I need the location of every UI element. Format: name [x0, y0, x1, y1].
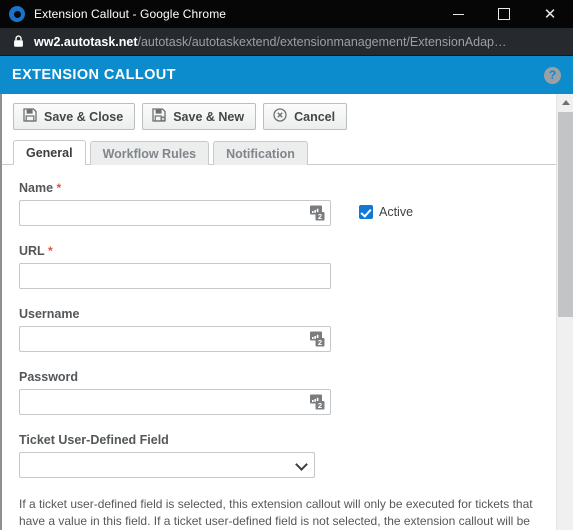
tab-workflow-rules[interactable]: Workflow Rules: [89, 141, 210, 165]
save-and-new-button[interactable]: Save & New: [142, 103, 257, 130]
url-text: ww2.autotask.net/autotask/autotaskextend…: [34, 35, 507, 49]
name-input-wrap: 2: [19, 200, 331, 226]
name-required-marker: *: [56, 181, 62, 195]
password-input[interactable]: [19, 389, 331, 415]
url-label: URL *: [19, 244, 573, 258]
field-password: Password 2: [19, 370, 573, 415]
app-header: EXTENSION CALLOUT ?: [0, 56, 573, 94]
close-button[interactable]: ✕: [527, 0, 573, 28]
url-path: /autotask/autotaskextend/extensionmanage…: [137, 34, 507, 49]
active-checkbox-row[interactable]: Active: [359, 205, 413, 219]
save-and-close-button[interactable]: Save & Close: [13, 103, 136, 130]
window-controls: ✕: [435, 0, 573, 28]
tab-general[interactable]: General: [13, 140, 86, 166]
ticket-udf-select[interactable]: [19, 452, 315, 478]
ticket-udf-help-text: If a ticket user-defined field is select…: [19, 497, 533, 528]
cancel-circle-icon: [273, 108, 287, 125]
cancel-button[interactable]: Cancel: [263, 103, 348, 130]
ticket-udf-label: Ticket User-Defined Field: [19, 433, 169, 447]
username-label: Username: [19, 307, 80, 321]
save-and-new-label: Save & New: [173, 109, 245, 124]
active-checkbox-label: Active: [379, 205, 414, 219]
name-label: Name *: [19, 181, 573, 195]
url-input[interactable]: [19, 263, 331, 289]
field-ticket-udf: Ticket User-Defined Field: [19, 433, 573, 478]
url-required-marker: *: [47, 244, 53, 258]
page-title: EXTENSION CALLOUT: [12, 67, 176, 83]
field-username: Username 2: [19, 307, 573, 352]
scroll-thumb[interactable]: [558, 112, 573, 317]
window-title: Extension Callout - Google Chrome: [34, 7, 227, 21]
maximize-button[interactable]: [481, 0, 527, 28]
minimize-button[interactable]: [435, 0, 481, 28]
name-input[interactable]: [19, 200, 331, 226]
save-and-close-label: Save & Close: [44, 109, 124, 124]
chrome-logo-icon: [9, 6, 25, 22]
help-circle-icon[interactable]: ?: [544, 66, 561, 84]
url-label-text: URL: [19, 244, 45, 258]
url-host: ww2.autotask.net: [34, 34, 138, 49]
address-bar[interactable]: ww2.autotask.net/autotask/autotaskextend…: [0, 28, 573, 56]
name-label-text: Name: [19, 181, 54, 195]
action-toolbar: Save & Close Save & New Cancel: [2, 94, 573, 138]
floppy-disk-plus-icon: [152, 108, 166, 125]
app-body: Save & Close Save & New Cancel General W…: [0, 94, 573, 530]
tab-bar: General Workflow Rules Notification: [2, 138, 573, 166]
scroll-up-arrow-icon[interactable]: [557, 94, 573, 111]
username-input[interactable]: [19, 326, 331, 352]
lock-icon: [13, 35, 24, 48]
password-label: Password: [19, 370, 79, 384]
vertical-scrollbar[interactable]: [556, 94, 573, 530]
floppy-disk-icon: [23, 108, 37, 125]
username-input-wrap: 2: [19, 326, 331, 352]
browser-title-bar: Extension Callout - Google Chrome ✕: [0, 0, 573, 28]
cancel-label: Cancel: [294, 109, 336, 124]
tab-notification[interactable]: Notification: [213, 141, 308, 165]
url-input-wrap: [19, 263, 331, 289]
active-checkbox[interactable]: [359, 205, 373, 219]
extension-callout-form: Name * 2 Active URL * Username 2 Passwor…: [2, 165, 573, 530]
password-input-wrap: 2: [19, 389, 331, 415]
field-name: Name * 2 Active: [19, 181, 573, 226]
field-url: URL *: [19, 244, 573, 289]
ticket-udf-select-wrap[interactable]: [19, 452, 315, 478]
